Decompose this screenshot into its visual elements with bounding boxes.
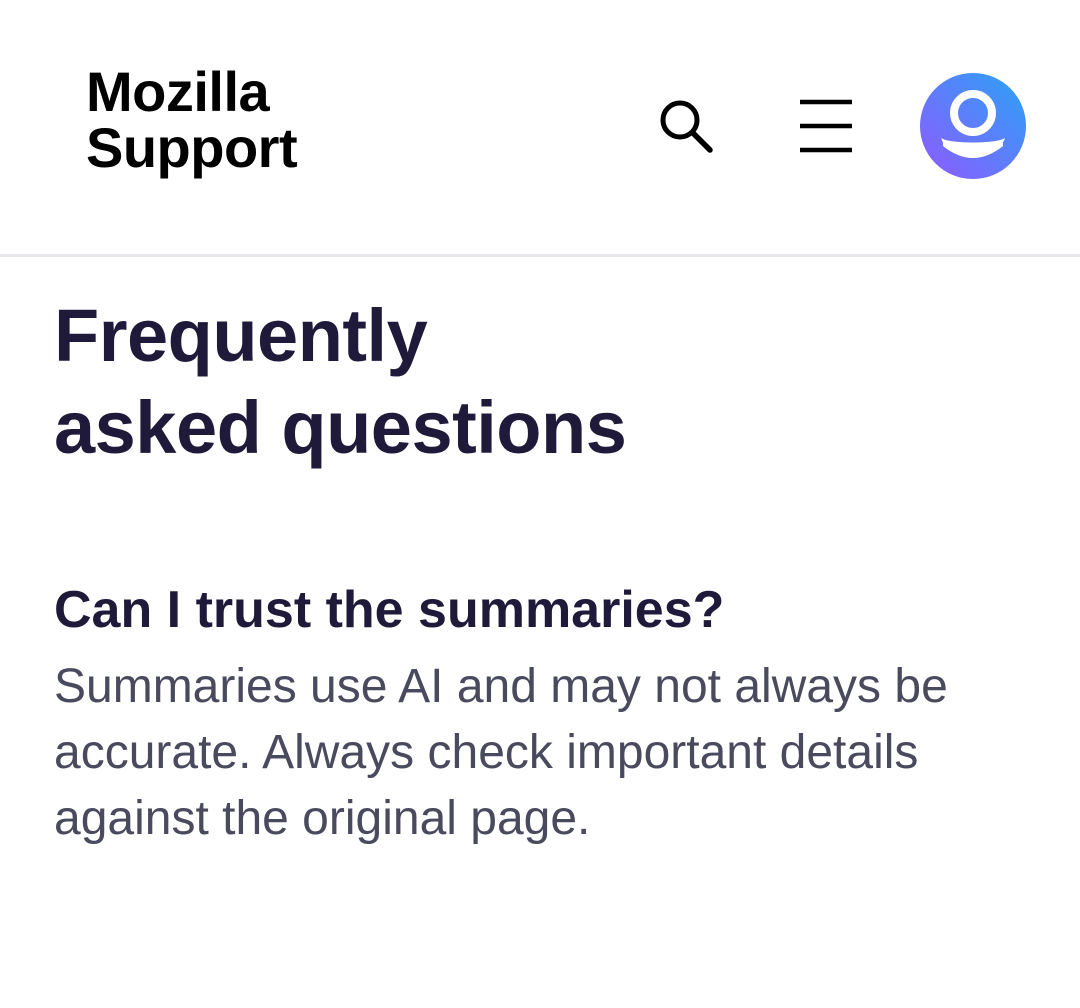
search-button[interactable] bbox=[650, 90, 722, 162]
logo-line-1: Mozilla bbox=[86, 60, 270, 123]
faq-answer: Summaries use AI and may not always be a… bbox=[54, 660, 948, 845]
mozilla-support-logo[interactable]: Mozilla Support bbox=[86, 60, 298, 179]
faq-item: Can I trust the summaries? Summaries use… bbox=[54, 580, 1014, 852]
page-title-line-1: Frequently bbox=[54, 294, 428, 377]
page-title: Frequently asked questions bbox=[54, 290, 1014, 474]
account-avatar-button[interactable] bbox=[919, 72, 1027, 180]
logo-line-2: Support bbox=[86, 116, 298, 179]
menu-icon bbox=[800, 99, 852, 153]
site-header: Mozilla Support bbox=[0, 0, 1080, 257]
menu-button[interactable] bbox=[790, 88, 862, 164]
page-title-line-2: asked questions bbox=[54, 386, 627, 469]
avatar-icon bbox=[920, 73, 1026, 179]
main-content: Frequently asked questions Can I trust t… bbox=[54, 290, 1014, 852]
search-icon bbox=[660, 100, 713, 153]
faq-question: Can I trust the summaries? bbox=[54, 581, 725, 639]
